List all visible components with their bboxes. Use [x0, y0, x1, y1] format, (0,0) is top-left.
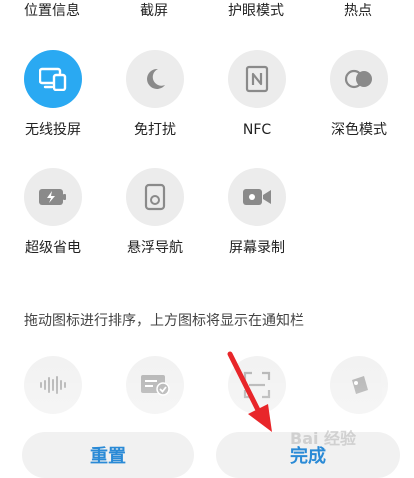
label-hotspot: 热点 — [344, 3, 372, 19]
label-do-not-disturb: 免打扰 — [134, 122, 176, 138]
cast-screen-icon — [39, 67, 67, 91]
done-button[interactable]: 完成 — [216, 432, 400, 478]
label-screenshot: 截屏 — [140, 3, 168, 19]
tile-do-not-disturb[interactable] — [126, 50, 184, 108]
sort-hint-text: 拖动图标进行排序，上方图标将显示在通知栏 — [24, 313, 304, 329]
floating-nav-icon — [144, 183, 166, 211]
label-dark-mode: 深色模式 — [331, 122, 387, 138]
card-check-icon — [140, 374, 170, 396]
label-nfc: NFC — [242, 122, 272, 138]
label-super-power-saving: 超级省电 — [25, 240, 81, 256]
label-location: 位置信息 — [24, 3, 80, 19]
tile-super-power-saving[interactable] — [24, 168, 82, 226]
tag-icon — [346, 372, 372, 398]
dark-mode-icon — [344, 68, 374, 90]
screen-record-icon — [242, 187, 272, 207]
audio-wave-icon — [38, 375, 68, 395]
tile-screen-record[interactable] — [228, 168, 286, 226]
label-wireless-cast: 无线投屏 — [25, 122, 81, 138]
tile-wireless-cast[interactable] — [24, 50, 82, 108]
tile-dark-mode[interactable] — [330, 50, 388, 108]
moon-icon — [142, 66, 168, 92]
label-floating-nav: 悬浮导航 — [127, 240, 183, 256]
nfc-icon — [245, 65, 269, 93]
annotation-arrow-icon — [222, 348, 282, 438]
reset-button[interactable]: 重置 — [22, 432, 194, 478]
tile-tag[interactable] — [330, 356, 388, 414]
battery-saver-icon — [38, 188, 68, 206]
label-eye-care: 护眼模式 — [228, 3, 284, 19]
tile-card-check[interactable] — [126, 356, 184, 414]
tile-audio[interactable] — [24, 356, 82, 414]
tile-floating-nav[interactable] — [126, 168, 184, 226]
tile-nfc[interactable] — [228, 50, 286, 108]
label-screen-record: 屏幕录制 — [229, 240, 285, 256]
